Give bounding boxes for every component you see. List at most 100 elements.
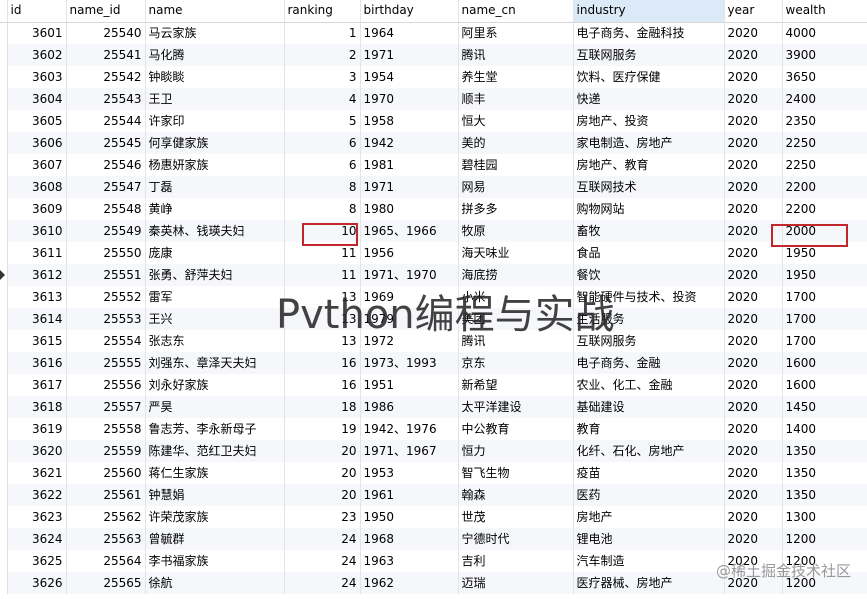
cell-year[interactable]: 2020	[724, 352, 783, 374]
cell-year[interactable]: 2020	[724, 396, 783, 418]
cell-ranking[interactable]: 6	[284, 132, 361, 154]
table-row[interactable]: 3615 25554 张志东 13 1972 腾讯 互联网服务 2020 1700	[0, 330, 867, 352]
cell-wealth[interactable]: 1600	[782, 374, 867, 396]
cell-birthday[interactable]: 1986	[360, 396, 459, 418]
cell-year[interactable]: 2020	[724, 330, 783, 352]
cell-name_cn[interactable]: 太平洋建设	[458, 396, 574, 418]
cell-ranking[interactable]: 2	[284, 44, 361, 66]
cell-name_cn[interactable]: 网易	[458, 176, 574, 198]
cell-id[interactable]: 3625	[7, 550, 67, 572]
cell-industry[interactable]: 互联网技术	[573, 176, 725, 198]
cell-name_cn[interactable]: 世茂	[458, 506, 574, 528]
cell-name_id[interactable]: 25552	[66, 286, 146, 308]
row-gutter[interactable]	[0, 110, 8, 132]
cell-id[interactable]: 3618	[7, 396, 67, 418]
row-gutter[interactable]	[0, 22, 8, 44]
row-gutter[interactable]	[0, 418, 8, 440]
cell-industry[interactable]: 餐饮	[573, 264, 725, 286]
cell-name_id[interactable]: 25563	[66, 528, 146, 550]
cell-wealth[interactable]: 1700	[782, 330, 867, 352]
cell-birthday[interactable]: 1981	[360, 154, 459, 176]
row-gutter[interactable]	[0, 44, 8, 66]
cell-name_cn[interactable]: 美团	[458, 308, 574, 330]
cell-name[interactable]: 严昊	[145, 396, 285, 418]
cell-name_id[interactable]: 25551	[66, 264, 146, 286]
table-row[interactable]: 3608 25547 丁磊 8 1971 网易 互联网技术 2020 2200	[0, 176, 867, 198]
cell-id[interactable]: 3623	[7, 506, 67, 528]
cell-name_cn[interactable]: 小米	[458, 286, 574, 308]
cell-wealth[interactable]: 3900	[782, 44, 867, 66]
cell-name[interactable]: 陈建华、范红卫夫妇	[145, 440, 285, 462]
cell-wealth[interactable]: 3650	[782, 66, 867, 88]
cell-name_cn[interactable]: 恒力	[458, 440, 574, 462]
cell-id[interactable]: 3609	[7, 198, 67, 220]
row-gutter[interactable]	[0, 440, 8, 462]
row-gutter[interactable]	[0, 572, 8, 594]
table-row[interactable]: 3607 25546 杨惠妍家族 6 1981 碧桂园 房地产、教育 2020 2250	[0, 154, 867, 176]
row-gutter[interactable]	[0, 484, 8, 506]
cell-name_cn[interactable]: 养生堂	[458, 66, 574, 88]
cell-name_id[interactable]: 25562	[66, 506, 146, 528]
cell-ranking[interactable]: 8	[284, 176, 361, 198]
cell-name[interactable]: 李书福家族	[145, 550, 285, 572]
column-header-ranking[interactable]: ranking	[284, 0, 361, 23]
column-header-id[interactable]: id	[7, 0, 67, 23]
cell-ranking[interactable]: 16	[284, 374, 361, 396]
row-gutter[interactable]	[0, 506, 8, 528]
result-grid[interactable]: id name_id name ranking birthday name_cn indus…	[0, 0, 867, 599]
cell-ranking[interactable]: 24	[284, 528, 361, 550]
row-gutter[interactable]	[0, 550, 8, 572]
cell-ranking[interactable]: 3	[284, 66, 361, 88]
row-gutter[interactable]	[0, 286, 8, 308]
cell-wealth[interactable]: 2250	[782, 154, 867, 176]
cell-name[interactable]: 徐航	[145, 572, 285, 594]
cell-industry[interactable]: 锂电池	[573, 528, 725, 550]
cell-name[interactable]: 王卫	[145, 88, 285, 110]
cell-wealth[interactable]: 1700	[782, 286, 867, 308]
cell-birthday[interactable]: 1971	[360, 44, 459, 66]
cell-name_cn[interactable]: 翰森	[458, 484, 574, 506]
row-gutter[interactable]	[0, 528, 8, 550]
column-header-wealth[interactable]: wealth	[782, 0, 867, 23]
cell-birthday[interactable]: 1973、1993	[360, 352, 459, 374]
cell-wealth[interactable]: 1700	[782, 308, 867, 330]
cell-industry[interactable]: 互联网服务	[573, 330, 725, 352]
cell-name_cn[interactable]: 京东	[458, 352, 574, 374]
cell-id[interactable]: 3610	[7, 220, 67, 242]
cell-name_cn[interactable]: 海底捞	[458, 264, 574, 286]
table-row[interactable]: 3613 25552 雷军 13 1969 小米 智能硬件与技术、投资 2020 1700	[0, 286, 867, 308]
cell-birthday[interactable]: 1969	[360, 286, 459, 308]
cell-year[interactable]: 2020	[724, 44, 783, 66]
row-gutter[interactable]	[0, 396, 8, 418]
column-header-name_id[interactable]: name_id	[66, 0, 146, 23]
cell-id[interactable]: 3603	[7, 66, 67, 88]
cell-industry[interactable]: 饮料、医疗保健	[573, 66, 725, 88]
cell-name_cn[interactable]: 美的	[458, 132, 574, 154]
table-row[interactable]: 3618 25557 严昊 18 1986 太平洋建设 基础建设 2020 1450	[0, 396, 867, 418]
cell-name_cn[interactable]: 海天味业	[458, 242, 574, 264]
row-gutter[interactable]	[0, 242, 8, 264]
cell-industry[interactable]: 畜牧	[573, 220, 725, 242]
cell-industry[interactable]: 化纤、石化、房地产	[573, 440, 725, 462]
row-gutter[interactable]	[0, 352, 8, 374]
cell-birthday[interactable]: 1963	[360, 550, 459, 572]
cell-name[interactable]: 张志东	[145, 330, 285, 352]
cell-name_cn[interactable]: 恒大	[458, 110, 574, 132]
cell-id[interactable]: 3619	[7, 418, 67, 440]
cell-year[interactable]: 2020	[724, 462, 783, 484]
table-row[interactable]: 3620 25559 陈建华、范红卫夫妇 20 1971、1967 恒力 化纤、石化、房地产…	[0, 440, 867, 462]
cell-birthday[interactable]: 1971	[360, 176, 459, 198]
row-gutter[interactable]	[0, 374, 8, 396]
cell-id[interactable]: 3622	[7, 484, 67, 506]
cell-year[interactable]: 2020	[724, 176, 783, 198]
row-gutter[interactable]	[0, 176, 8, 198]
cell-wealth[interactable]: 2350	[782, 110, 867, 132]
table-row[interactable]: 3616 25555 刘强东、章泽天夫妇 16 1973、1993 京东 电子商务、金融 20…	[0, 352, 867, 374]
column-header-industry[interactable]: industry	[573, 0, 725, 23]
table-row[interactable]: 3614 25553 王兴 13 1979 美团 生活服务 2020 1700	[0, 308, 867, 330]
cell-name[interactable]: 庞康	[145, 242, 285, 264]
cell-year[interactable]: 2020	[724, 484, 783, 506]
cell-year[interactable]: 2020	[724, 132, 783, 154]
cell-id[interactable]: 3613	[7, 286, 67, 308]
cell-year[interactable]: 2020	[724, 418, 783, 440]
